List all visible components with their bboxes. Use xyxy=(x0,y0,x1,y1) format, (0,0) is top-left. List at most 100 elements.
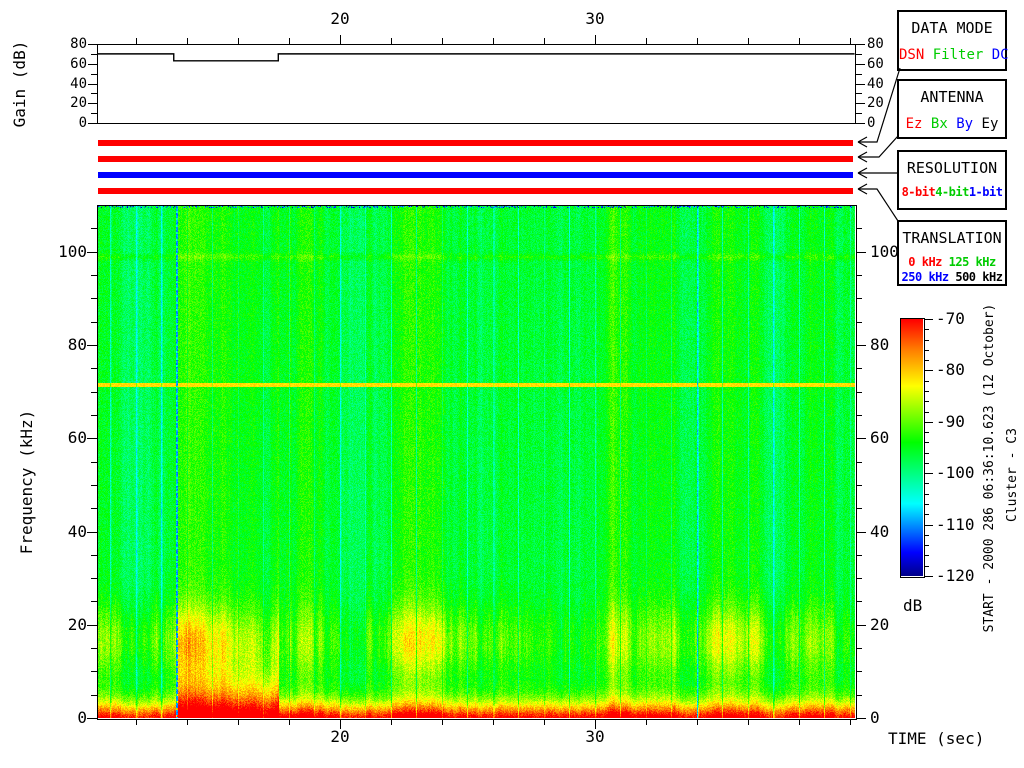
time-tick-label-top: 20 xyxy=(329,11,351,27)
colorbar-tick xyxy=(924,514,929,515)
gain-tick-left xyxy=(91,113,97,114)
colorbar-tick-label: -110 xyxy=(936,517,975,533)
freq-tick-right xyxy=(856,718,866,719)
colorbar-tick xyxy=(924,463,929,464)
freq-tick-left xyxy=(91,415,97,416)
resolution-title: RESOLUTION xyxy=(899,161,1005,176)
time-tick-bottom xyxy=(697,719,698,725)
translation-values: 250 kHz 500 kHz xyxy=(899,271,1005,284)
translation-title: TRANSLATION xyxy=(899,231,1005,246)
colorbar-tick xyxy=(924,319,933,320)
colorbar-tick xyxy=(924,504,929,505)
gain-tick-left xyxy=(88,44,97,45)
gain-tick-right xyxy=(856,84,865,85)
colorbar-tick xyxy=(924,576,933,577)
time-tick-top xyxy=(799,38,800,44)
spectrogram-canvas xyxy=(98,206,855,718)
translation-option: 0 kHz xyxy=(908,255,942,269)
gain-tick-left xyxy=(88,103,97,104)
time-tick-top xyxy=(850,38,851,44)
colorbar-tick xyxy=(924,494,929,495)
time-tick-bottom xyxy=(799,719,800,725)
time-tick-top xyxy=(238,38,239,44)
time-tick-top xyxy=(289,38,290,44)
translation-values: 0 kHz 125 kHz xyxy=(899,256,1005,269)
colorbar-tick xyxy=(924,360,929,361)
time-tick-top xyxy=(442,38,443,44)
gain-tick-label-right: 80 xyxy=(867,37,884,51)
freq-tick-left xyxy=(87,438,97,439)
translation-option: 500 kHz xyxy=(955,270,1002,284)
colorbar-tick xyxy=(924,370,933,371)
freq-tick-left xyxy=(87,345,97,346)
freq-tick-label-right: 0 xyxy=(870,710,880,726)
colorbar-tick xyxy=(924,401,929,402)
freq-tick-right xyxy=(856,695,862,696)
freq-tick-left xyxy=(87,718,97,719)
time-tick-top xyxy=(493,38,494,44)
colorbar-tick-label: -100 xyxy=(936,465,975,481)
gain-tick-right xyxy=(856,64,865,65)
start-time-annotation: START - 2000 286 06:36:10.623 (12 Octobe… xyxy=(982,298,998,638)
resolution-option: 4-bit xyxy=(935,185,969,199)
spacecraft-annotation: Cluster - C3 xyxy=(1005,415,1021,535)
gain-tick-left xyxy=(88,123,97,124)
colorbar-tick xyxy=(924,473,933,474)
colorbar-tick-label: -80 xyxy=(936,362,965,378)
colorbar-tick xyxy=(924,555,929,556)
colorbar-unit-label: dB xyxy=(903,598,922,614)
freq-tick-right xyxy=(856,648,862,649)
freq-tick-right xyxy=(856,601,862,602)
time-tick-top xyxy=(646,38,647,44)
colorbar-tick xyxy=(924,422,933,423)
freq-tick-right xyxy=(856,485,862,486)
freq-tick-left xyxy=(91,298,97,299)
colorbar-tick-label: -70 xyxy=(936,311,965,327)
time-tick-bottom xyxy=(646,719,647,725)
translation-option: 125 kHz xyxy=(949,255,996,269)
freq-tick-right xyxy=(856,532,866,533)
gain-tick-right xyxy=(856,44,865,45)
freq-tick-left xyxy=(91,671,97,672)
freq-tick-label-right: 80 xyxy=(870,337,889,353)
resolution-option: 1-bit xyxy=(969,185,1003,199)
colorbar-tick xyxy=(924,483,929,484)
freq-tick-left xyxy=(91,485,97,486)
gain-tick-left xyxy=(88,84,97,85)
time-tick-bottom xyxy=(493,719,494,725)
freq-tick-right xyxy=(856,368,862,369)
gain-tick-right xyxy=(856,103,865,104)
gain-tick-label-left: 80 xyxy=(60,37,87,51)
gain-tick-label-right: 40 xyxy=(867,77,884,91)
freq-tick-left xyxy=(87,252,97,253)
antenna-option: By xyxy=(956,116,973,132)
freq-tick-label-right: 20 xyxy=(870,617,889,633)
time-tick-label-top: 30 xyxy=(584,11,606,27)
time-tick-top xyxy=(340,35,341,44)
freq-tick-right xyxy=(856,228,862,229)
gain-tick-left xyxy=(91,54,97,55)
freq-tick-label-left: 40 xyxy=(53,524,87,540)
antenna-title: ANTENNA xyxy=(899,90,1005,105)
freq-tick-right xyxy=(856,322,862,323)
gain-tick-right xyxy=(856,54,862,55)
freq-tick-left xyxy=(91,228,97,229)
gain-tick-label-left: 0 xyxy=(60,116,87,130)
resolution-values: 8-bit4-bit1-bit xyxy=(899,186,1005,199)
time-tick-top xyxy=(136,38,137,44)
gain-tick-label-left: 20 xyxy=(60,96,87,110)
status-bar-antenna xyxy=(98,156,853,162)
time-tick-bottom xyxy=(238,719,239,725)
freq-tick-label-left: 0 xyxy=(53,710,87,726)
colorbar-tick xyxy=(924,412,929,413)
gain-axis-title: Gain (dB) xyxy=(12,24,28,144)
gain-panel xyxy=(97,44,856,124)
antenna-option: Ey xyxy=(982,116,999,132)
colorbar-tick xyxy=(924,453,929,454)
data-mode-values: DSN Filter DC xyxy=(899,48,1005,62)
colorbar-tick-label: -120 xyxy=(936,568,975,584)
data-mode-box: DATA MODE DSN Filter DC xyxy=(897,10,1007,71)
status-bar-data-mode xyxy=(98,140,853,146)
time-tick-top xyxy=(748,38,749,44)
antenna-values: Ez Bx By Ey xyxy=(899,117,1005,131)
